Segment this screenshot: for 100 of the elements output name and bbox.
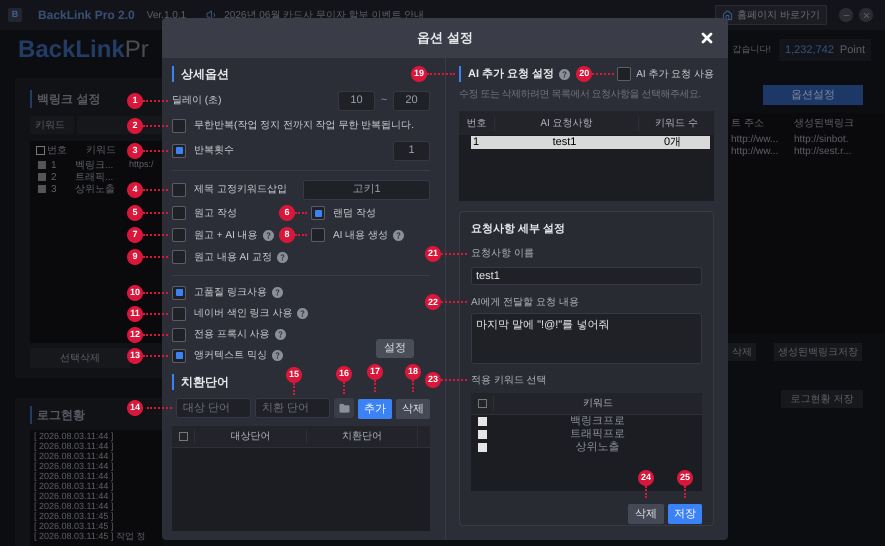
app-logo: B <box>8 8 22 22</box>
row-checkbox[interactable] <box>38 161 46 169</box>
app-name: BackLink Pro 2.0 <box>38 7 135 24</box>
option-label: 제목 고정키워드삽입 <box>194 183 287 197</box>
save-log-button[interactable]: 로그현황 저장 <box>781 390 863 408</box>
checkbox[interactable] <box>172 286 186 300</box>
add-button[interactable]: 추가 <box>358 399 392 420</box>
table-cell-text: 상위노출 <box>75 182 116 196</box>
dialog-title: 옵션 설정 <box>417 29 473 48</box>
option-label: 원고 내용 AI 교정 <box>194 250 272 264</box>
option-label: 딜레이 (초) <box>172 94 222 108</box>
column-header: 트 주소 <box>731 116 765 130</box>
brand-logo: BackLinkPr <box>18 35 149 65</box>
settings-button[interactable]: 설정 <box>376 339 414 358</box>
leader-line <box>143 100 168 102</box>
folder-button[interactable] <box>334 398 354 418</box>
help-icon[interactable] <box>272 287 283 298</box>
request-name-field[interactable]: test1 <box>471 266 702 286</box>
delete-button[interactable]: 삭제 <box>628 504 664 524</box>
column-header: 치환단어 <box>306 429 417 444</box>
option-label: 앵커텍스트 믹싱 <box>194 349 267 363</box>
checkbox[interactable] <box>311 206 325 220</box>
homepage-button[interactable]: 홈페이지 바로가기 <box>715 5 827 25</box>
help-icon[interactable] <box>262 230 274 240</box>
row-checkbox[interactable] <box>38 185 46 193</box>
row-checkbox[interactable] <box>38 173 46 181</box>
checkbox[interactable] <box>172 250 186 264</box>
keyword-checkbox[interactable] <box>478 443 486 452</box>
table-cell-text: 0개 <box>662 135 682 150</box>
leader-line <box>143 150 168 152</box>
option-label: AI 내용 생성 <box>333 228 388 242</box>
log-line: [ 2026.08.03.11:45 ] 작업 정 <box>34 531 146 541</box>
home-icon <box>722 10 734 20</box>
input-field[interactable]: 10 <box>338 90 375 110</box>
leader-line <box>684 486 686 498</box>
app-version: Ver.1.0.1 <box>146 8 186 22</box>
option-label: 원고 작성 <box>194 206 237 220</box>
close-icon <box>862 10 870 20</box>
delete-selected-button[interactable]: 선택삭제 <box>30 348 130 368</box>
table-cell-text: test1 <box>552 135 578 150</box>
select-all-checkbox[interactable] <box>178 432 188 441</box>
option-label: AI 추가 요청 사용 <box>636 68 714 82</box>
column-header: 번호 <box>47 144 68 158</box>
card-title: 요청사항 세부 설정 <box>471 222 566 237</box>
points-display: 1,232,742 Point <box>778 39 871 61</box>
input-field[interactable]: 1 <box>393 140 430 160</box>
leader-line <box>343 382 345 394</box>
input-field[interactable]: 20 <box>393 90 430 110</box>
options-button[interactable]: 옵션설정 <box>763 85 863 105</box>
help-icon[interactable] <box>393 230 404 240</box>
help-icon[interactable] <box>559 68 570 80</box>
checkbox[interactable] <box>172 182 186 196</box>
checkbox[interactable] <box>172 118 186 132</box>
minimize-button[interactable] <box>839 8 853 22</box>
leader-line <box>143 234 168 236</box>
leader-line <box>441 379 467 382</box>
help-icon[interactable] <box>272 350 283 361</box>
input-field[interactable]: 고키1 <box>303 180 430 200</box>
help-icon[interactable] <box>274 329 286 340</box>
leader-line <box>441 252 467 254</box>
keyword-checkbox[interactable] <box>478 430 486 440</box>
checkbox[interactable] <box>311 228 325 242</box>
leader-line <box>441 301 467 304</box>
leader-line <box>412 380 414 392</box>
select-all-checkbox[interactable] <box>36 146 45 154</box>
option-label: 무한반복(작업 정지 전까지 작업 무한 반복됩니다. <box>194 119 414 133</box>
save-button[interactable]: 저장 <box>668 504 702 524</box>
table-cell-text: 상위노출 <box>574 440 620 456</box>
table-cell-text: 트래픽... <box>75 170 114 184</box>
request-row[interactable]: 1 test1 0개 <box>471 136 710 149</box>
target-word-field[interactable]: 대상 단어 <box>176 398 251 418</box>
keyword-field[interactable]: 키워드 <box>30 116 74 134</box>
callout-marker: 16 <box>336 366 352 382</box>
checkbox[interactable] <box>172 348 186 362</box>
help-icon[interactable] <box>276 252 288 262</box>
request-content-field[interactable]: 마지막 말에 "!@!"를 넣어줘 <box>471 313 702 364</box>
select-all-checkbox[interactable] <box>478 399 486 408</box>
leader-line <box>143 312 168 314</box>
leader-line <box>295 234 307 236</box>
delete-button[interactable]: 삭제 <box>728 343 756 361</box>
option-label: 전용 프록시 사용 <box>194 328 270 342</box>
checkbox[interactable] <box>617 67 632 81</box>
column-header: AI 요청사항 <box>494 116 639 130</box>
checkbox[interactable] <box>172 228 186 242</box>
leader-line <box>293 383 295 395</box>
checkbox[interactable] <box>172 328 186 342</box>
field-label: AI에게 전달할 요청 내용 <box>471 296 579 310</box>
option-label: 랜덤 작성 <box>333 206 376 220</box>
checkbox[interactable] <box>172 306 186 320</box>
keyword-checkbox[interactable] <box>478 417 486 426</box>
save-backlinks-button[interactable]: 생성된백링크저장 <box>774 343 862 361</box>
close-icon <box>699 30 715 46</box>
delete-button[interactable]: 삭제 <box>396 399 430 420</box>
help-icon[interactable] <box>297 308 308 319</box>
checkbox[interactable] <box>172 144 186 158</box>
log-line: [ 2026.08.03.11:44 ] <box>34 471 114 481</box>
callout-marker: 18 <box>405 364 421 380</box>
table-cell-text: 2 <box>51 170 58 184</box>
checkbox[interactable] <box>172 206 186 220</box>
column-header: 키워드 수 <box>654 116 699 130</box>
